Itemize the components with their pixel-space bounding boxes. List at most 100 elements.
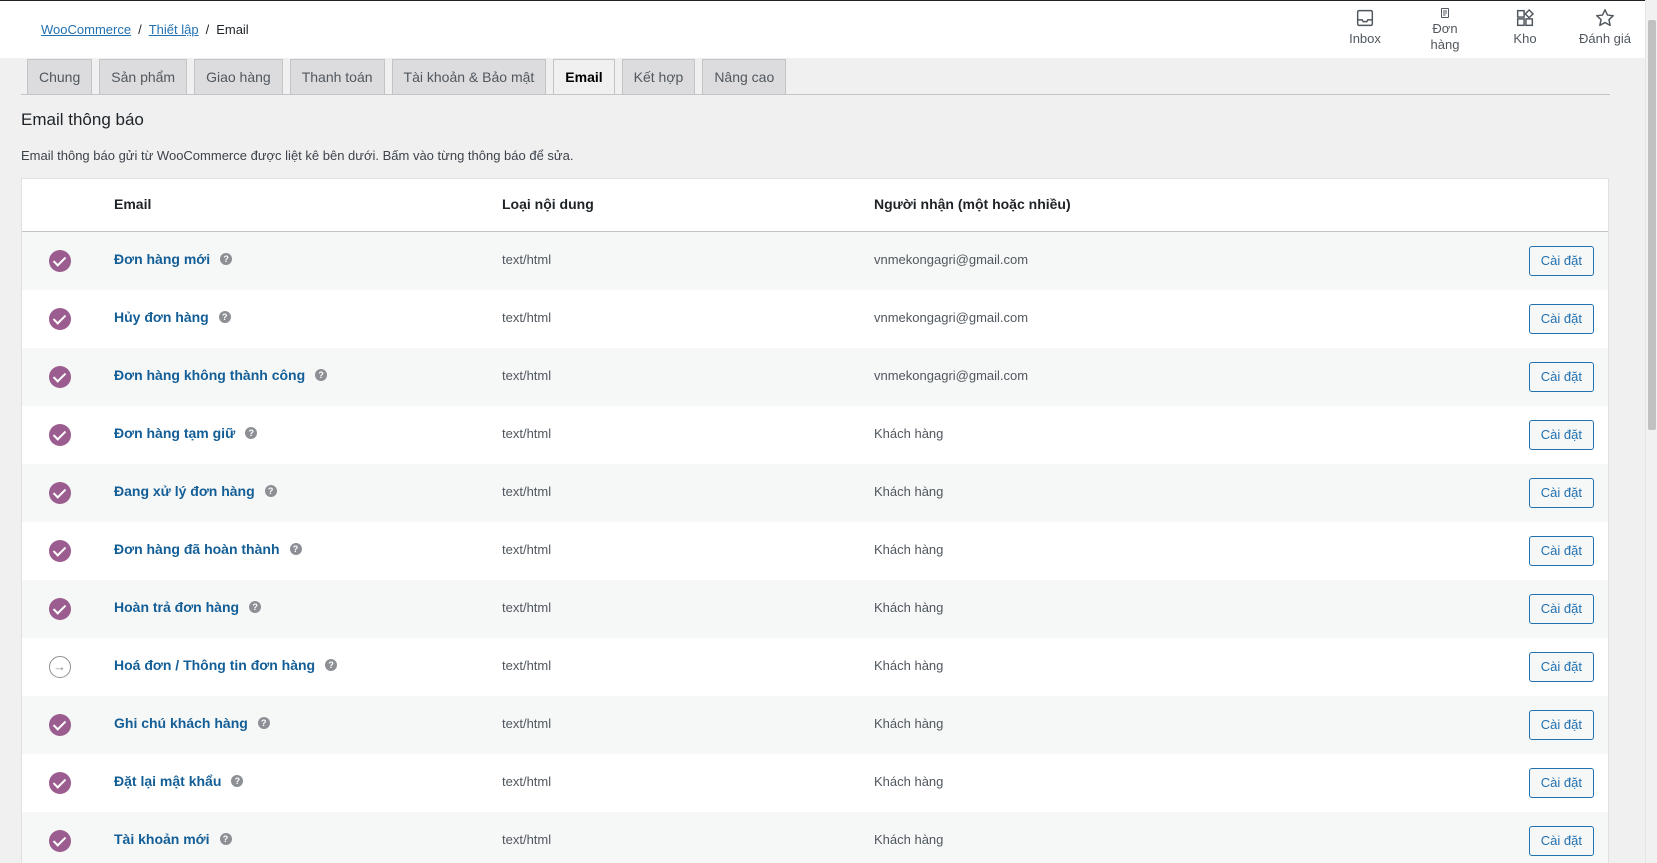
help-tip-icon[interactable]: ? [257, 717, 270, 729]
email-name-link[interactable]: Đang xử lý đơn hàng? [114, 483, 277, 499]
email-name-link[interactable]: Đơn hàng mới? [114, 251, 233, 267]
settings-tabs: Chung Sản phẩm Giao hàng Thanh toán Tài … [27, 59, 787, 94]
manage-email-button[interactable]: Cài đặt [1528, 710, 1594, 740]
content-type-cell: text/html [502, 484, 552, 499]
email-name-text: Hủy đơn hàng [114, 309, 209, 325]
column-header-content-type: Loại nội dung [502, 196, 594, 212]
breadcrumb-separator: / [205, 22, 210, 37]
table-row: Tài khoản mới? text/html Khách hàng Cài đặt [22, 812, 1608, 863]
table-row: Hoá đơn / Thông tin đơn hàng? text/html Kh… [22, 638, 1608, 696]
email-name-link[interactable]: Đặt lại mật khẩu? [114, 773, 244, 789]
recipient-cell: Khách hàng [874, 484, 944, 499]
table-header: Email Loại nội dung Người nhận (một hoặc… [22, 179, 1608, 232]
email-name-link[interactable]: Hủy đơn hàng? [114, 309, 231, 325]
breadcrumb-settings[interactable]: Thiết lập [149, 22, 199, 37]
help-tip-icon[interactable]: ? [289, 543, 302, 555]
table-row: Đơn hàng mới? text/html vnmekongagri@gmail… [22, 232, 1608, 290]
manage-email-button[interactable]: Cài đặt [1528, 536, 1594, 566]
help-tip-icon[interactable]: ? [218, 311, 231, 323]
manage-email-button[interactable]: Cài đặt [1528, 768, 1594, 798]
email-name-link[interactable]: Đơn hàng tạm giữ? [114, 425, 258, 441]
status-enabled-icon [49, 714, 71, 736]
manage-email-button[interactable]: Cài đặt [1528, 826, 1594, 856]
email-name-link[interactable]: Tài khoản mới? [114, 831, 232, 847]
email-name-link[interactable]: Ghi chú khách hàng? [114, 715, 270, 731]
manage-email-button[interactable]: Cài đặt [1528, 246, 1594, 276]
status-enabled-icon [49, 598, 71, 620]
inbox-label: Inbox [1349, 31, 1381, 46]
content-type-cell: text/html [502, 368, 552, 383]
breadcrumb-separator: / [138, 22, 142, 37]
star-icon [1596, 9, 1614, 27]
tab-products[interactable]: Sản phẩm [99, 59, 188, 94]
breadcrumb-current: Email [216, 22, 249, 37]
manage-email-button[interactable]: Cài đặt [1528, 594, 1594, 624]
manage-email-button[interactable]: Cài đặt [1528, 420, 1594, 450]
inbox-icon [1356, 9, 1374, 27]
help-tip-icon[interactable]: ? [219, 833, 232, 845]
recipient-cell: Khách hàng [874, 832, 944, 847]
status-enabled-icon [49, 308, 71, 330]
manage-email-button[interactable]: Cài đặt [1528, 652, 1594, 682]
stock-button[interactable]: Kho [1485, 7, 1565, 53]
inbox-button[interactable]: Inbox [1325, 7, 1405, 53]
breadcrumb-woocommerce[interactable]: WooCommerce [41, 22, 131, 37]
help-tip-icon[interactable]: ? [231, 775, 244, 787]
table-body: Đơn hàng mới? text/html vnmekongagri@gmail… [22, 232, 1608, 863]
recipient-cell: vnmekongagri@gmail.com [874, 368, 1029, 383]
orders-button[interactable]: Đơn hàng [1405, 7, 1485, 53]
tab-integration[interactable]: Kết hợp [621, 59, 696, 94]
help-tip-icon[interactable]: ? [264, 485, 277, 497]
recipient-cell: Khách hàng [874, 716, 944, 731]
recipient-cell: Khách hàng [874, 774, 944, 789]
page-scrollbar[interactable] [1645, 0, 1657, 863]
status-enabled-icon [49, 250, 71, 272]
manage-email-button[interactable]: Cài đặt [1528, 478, 1594, 508]
help-tip-icon[interactable]: ? [325, 659, 338, 671]
orders-icon [1441, 8, 1449, 18]
help-tip-icon[interactable]: ? [315, 369, 328, 381]
top-header-bar: WooCommerce / Thiết lập / Email Inbox Đơ… [0, 0, 1645, 58]
content-type-cell: text/html [502, 252, 552, 267]
tab-shipping[interactable]: Giao hàng [194, 59, 283, 94]
manage-email-button[interactable]: Cài đặt [1528, 362, 1594, 392]
page-title: Email thông báo [21, 110, 144, 129]
help-tip-icon[interactable]: ? [220, 253, 233, 265]
email-name-link[interactable]: Hoàn trả đơn hàng? [114, 599, 262, 615]
content-type-cell: text/html [502, 426, 552, 441]
reviews-button[interactable]: Đánh giá [1565, 7, 1645, 53]
scrollbar-thumb[interactable] [1648, 20, 1656, 430]
status-enabled-icon [49, 482, 71, 504]
email-name-text: Đơn hàng tạm giữ [114, 425, 236, 441]
email-name-link[interactable]: Đơn hàng không thành công? [114, 367, 328, 383]
status-enabled-icon [49, 772, 71, 794]
tab-advanced[interactable]: Nâng cao [702, 59, 787, 94]
table-row: Đặt lại mật khẩu? text/html Khách hàng Cài … [22, 754, 1608, 812]
manage-email-button[interactable]: Cài đặt [1528, 304, 1594, 334]
email-name-link[interactable]: Đơn hàng đã hoàn thành? [114, 541, 302, 557]
status-enabled-icon [49, 540, 71, 562]
email-name-text: Đơn hàng đã hoàn thành [114, 541, 280, 557]
email-name-text: Tài khoản mới [114, 831, 210, 847]
table-row: Đơn hàng đã hoàn thành? text/html Khách hà… [22, 522, 1608, 580]
table-row: Ghi chú khách hàng? text/html Khách hàng Cà… [22, 696, 1608, 754]
tab-accounts-privacy[interactable]: Tài khoản & Bảo mật [391, 59, 547, 94]
email-notifications-table: Email Loại nội dung Người nhận (một hoặc… [21, 178, 1609, 863]
recipient-cell: Khách hàng [874, 600, 944, 615]
email-name-text: Đặt lại mật khẩu [114, 773, 222, 789]
help-tip-icon[interactable]: ? [245, 427, 258, 439]
email-name-text: Hoàn trả đơn hàng [114, 599, 240, 615]
content-type-cell: text/html [502, 716, 552, 731]
tab-payments[interactable]: Thanh toán [289, 59, 385, 94]
stock-icon [1516, 8, 1535, 27]
content-type-cell: text/html [502, 310, 552, 325]
tab-email[interactable]: Email [553, 59, 615, 94]
status-enabled-icon [49, 366, 71, 388]
column-header-email: Email [114, 196, 152, 212]
email-name-link[interactable]: Hoá đơn / Thông tin đơn hàng? [114, 657, 338, 673]
recipient-cell: Khách hàng [874, 542, 944, 557]
breadcrumb: WooCommerce / Thiết lập / Email [41, 22, 249, 37]
help-tip-icon[interactable]: ? [249, 601, 262, 613]
tab-general[interactable]: Chung [27, 59, 93, 94]
status-enabled-icon [49, 830, 71, 852]
